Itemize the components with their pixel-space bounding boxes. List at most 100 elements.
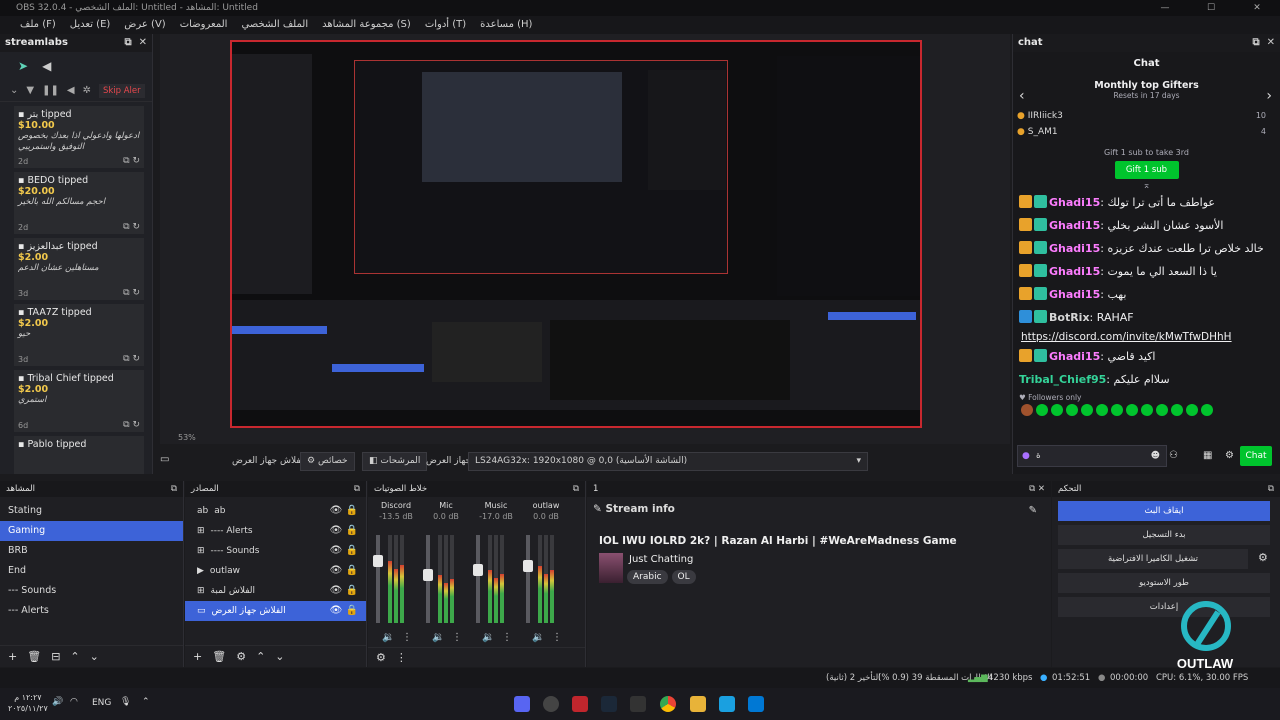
control-button[interactable]: تشغيل الكاميرا الافتراضية [1058, 549, 1248, 569]
chat-username[interactable]: Ghadi15 [1049, 242, 1100, 255]
stream-tag[interactable]: OL [671, 570, 696, 584]
close-icon[interactable]: ✕ [1038, 484, 1045, 494]
chevron-up-icon[interactable]: ⌃ [142, 697, 150, 707]
more-icon[interactable]: ⋮ [552, 632, 562, 643]
close-button[interactable]: ✕ [1234, 0, 1280, 16]
more-icon[interactable]: ⋮ [402, 632, 412, 643]
menu-item[interactable]: ملف (F) [14, 16, 62, 34]
menu-item[interactable]: مساعدة (H) [474, 16, 538, 34]
chat-send-button[interactable]: Chat [1240, 446, 1272, 466]
adobe-icon[interactable] [572, 696, 588, 712]
scene-filter-icon[interactable]: ⊟ [51, 650, 60, 663]
mixer-settings-icon[interactable]: ⚙ [376, 651, 386, 664]
settings-icon[interactable]: ⚙ [1225, 450, 1234, 461]
chevron-right-icon[interactable]: › [1266, 88, 1272, 104]
collapse-icon[interactable]: ⌅ [1013, 181, 1280, 191]
folder-icon[interactable] [690, 696, 706, 712]
chevron-left-icon[interactable]: ‹ [1019, 88, 1025, 104]
mic-icon[interactable]: ● [1022, 446, 1030, 466]
maximize-button[interactable]: ☐ [1188, 0, 1234, 16]
emote-icon[interactable] [1186, 404, 1198, 416]
stream-tag[interactable]: Arabic [627, 570, 668, 584]
copy-icon[interactable]: ⧉ [123, 420, 129, 430]
lock-icon[interactable]: 🔒 [346, 565, 358, 576]
volume-fader[interactable] [423, 535, 433, 623]
wifi-icon[interactable]: ◠ [70, 697, 78, 707]
language-indicator[interactable]: ENG [92, 698, 111, 708]
zoom-level[interactable]: 53% [178, 433, 196, 442]
eye-icon[interactable]: 👁 [330, 525, 343, 536]
device-select[interactable]: LS24AG32x: 1920x1080 @ 0,0 (الشاشة الأسا… [468, 452, 868, 471]
replay-icon[interactable]: ↻ [132, 354, 140, 364]
add-source-icon[interactable]: + [193, 650, 202, 663]
chat-username[interactable]: Tribal_Chief95 [1019, 373, 1106, 386]
chevron-down-icon[interactable]: ⌄ [10, 85, 18, 96]
obs-icon[interactable] [543, 696, 559, 712]
properties-button[interactable]: ⚙ خصائص [300, 452, 355, 471]
discord-icon[interactable] [514, 696, 530, 712]
chrome-icon[interactable] [660, 696, 676, 712]
eye-icon[interactable]: 👁 [330, 605, 343, 616]
source-item[interactable]: ab ab 👁 🔒 [185, 501, 366, 521]
emote-icon[interactable] [1171, 404, 1183, 416]
copy-icon[interactable]: ⧉ [123, 156, 129, 166]
menu-item[interactable]: تعديل (E) [64, 16, 117, 34]
speaker-icon[interactable]: 🔊 [52, 697, 63, 707]
pause-icon[interactable]: ❚❚ [42, 85, 59, 96]
scene-item[interactable]: Gaming [0, 521, 183, 541]
chat-username[interactable]: Ghadi15 [1049, 219, 1100, 232]
lock-icon[interactable]: 🔒 [346, 605, 358, 616]
display-capture-source[interactable] [230, 40, 922, 428]
source-item[interactable]: ⊞ ---- Sounds 👁 🔒 [185, 541, 366, 561]
emote-icon[interactable] [1156, 404, 1168, 416]
eye-icon[interactable]: 👁 [330, 565, 343, 576]
scene-item[interactable]: --- Sounds [0, 581, 183, 601]
virtual-cam-settings-icon[interactable]: ⚙ [1258, 551, 1268, 564]
gifter-name[interactable]: IIRIiick3 [1028, 111, 1063, 121]
mute-icon[interactable]: ◀ [67, 85, 75, 96]
emote-icon[interactable] [1051, 404, 1063, 416]
emote-icon[interactable] [1201, 404, 1213, 416]
float-icon[interactable]: ⧉ [124, 37, 131, 48]
replay-icon[interactable]: ↻ [132, 420, 140, 430]
windows-start-icon[interactable] [748, 696, 764, 712]
volume-fader[interactable] [473, 535, 483, 623]
float-icon[interactable]: ⧉ [1268, 481, 1274, 497]
volume-icon[interactable]: 🔉 [482, 632, 494, 643]
settings-icon[interactable]: ✲ [83, 85, 91, 96]
store-icon[interactable] [719, 696, 735, 712]
float-icon[interactable]: ⧉ [171, 481, 177, 497]
chat-username[interactable]: Ghadi15 [1049, 196, 1100, 209]
close-icon[interactable]: ✕ [139, 37, 147, 48]
source-item[interactable]: ▭ الفلاش جهاز العرض 👁 🔒 [185, 601, 366, 621]
volume-fader[interactable] [373, 535, 383, 623]
control-button[interactable]: طور الاستوديو [1058, 573, 1270, 593]
lock-icon[interactable]: 🔒 [346, 585, 358, 596]
points-icon[interactable]: ⚇ [1169, 450, 1178, 461]
replay-icon[interactable]: ↻ [132, 156, 140, 166]
chat-username[interactable]: Ghadi15 [1049, 265, 1100, 278]
eye-icon[interactable]: 👁 [330, 545, 343, 556]
add-scene-icon[interactable]: + [8, 650, 17, 663]
source-item[interactable]: ⊞ ---- Alerts 👁 🔒 [185, 521, 366, 541]
more-icon[interactable]: ⋮ [502, 632, 512, 643]
menu-item[interactable]: أدوات (T) [419, 16, 472, 34]
emote-icon[interactable] [1141, 404, 1153, 416]
scene-item[interactable]: --- Alerts [0, 601, 183, 621]
move-down-icon[interactable]: ⌄ [275, 650, 284, 663]
filters-button[interactable]: ◧ المرشحات [362, 452, 428, 471]
window-app-icon[interactable] [630, 696, 646, 712]
copy-icon[interactable]: ⧉ [123, 288, 129, 298]
replay-icon[interactable]: ↻ [132, 288, 140, 298]
control-button[interactable]: بدء التسجيل [1058, 525, 1270, 545]
emote-icon[interactable] [1066, 404, 1078, 416]
float-icon[interactable]: ⧉ [1252, 37, 1259, 48]
delete-source-icon[interactable]: 🗑 [212, 650, 226, 663]
menu-item[interactable]: المعروضات [174, 16, 234, 34]
copy-icon[interactable]: ⧉ [123, 354, 129, 364]
source-settings-icon[interactable]: ⚙ [236, 650, 246, 663]
menu-item[interactable]: عرض (V) [118, 16, 171, 34]
source-item[interactable]: ▶ outlaw 👁 🔒 [185, 561, 366, 581]
lock-icon[interactable]: 🔒 [346, 525, 358, 536]
chat-username[interactable]: Ghadi15 [1049, 288, 1100, 301]
